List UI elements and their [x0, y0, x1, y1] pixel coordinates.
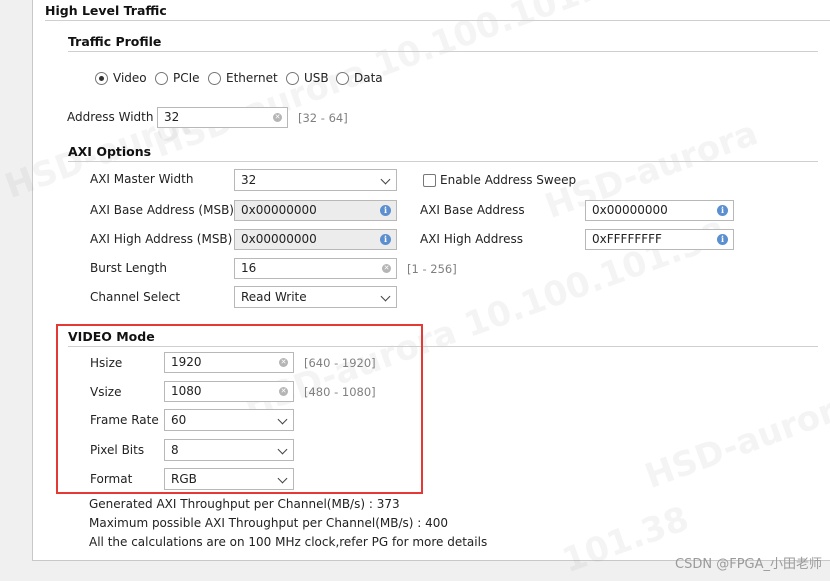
address-width-value: 32 — [164, 110, 180, 124]
axi-high-msb-value: 0x00000000 — [241, 232, 317, 246]
clear-icon[interactable]: ✕ — [279, 358, 288, 367]
enable-address-sweep-label[interactable]: Enable Address Sweep — [440, 173, 576, 187]
clear-icon[interactable]: ✕ — [382, 264, 391, 273]
calculation-note-text: All the calculations are on 100 MHz cloc… — [89, 535, 488, 549]
info-icon[interactable]: i — [717, 205, 728, 216]
address-width-label: Address Width — [67, 110, 154, 124]
chevron-down-icon — [380, 291, 391, 302]
hsize-value: 1920 — [171, 355, 202, 369]
axi-base-msb-field: 0x00000000 i — [234, 200, 397, 221]
channel-select-dropdown[interactable]: Read Write — [234, 286, 397, 308]
radio-usb[interactable] — [286, 72, 299, 85]
pixel-bits-select[interactable]: 8 — [164, 439, 294, 461]
axi-base-msb-label: AXI Base Address (MSB) — [90, 203, 234, 217]
radio-pcie[interactable] — [155, 72, 168, 85]
hsize-label: Hsize — [90, 356, 123, 370]
axi-high-label: AXI High Address — [420, 232, 523, 246]
radio-label-pcie[interactable]: PCIe — [173, 71, 200, 85]
enable-address-sweep-checkbox[interactable] — [423, 174, 436, 187]
section-title-traffic-profile: Traffic Profile — [68, 34, 162, 49]
axi-base-label: AXI Base Address — [420, 203, 525, 217]
divider — [68, 51, 818, 52]
format-value: RGB — [171, 472, 197, 486]
info-icon[interactable]: i — [380, 205, 391, 216]
section-title-high-level-traffic: High Level Traffic — [45, 3, 167, 18]
vsize-value: 1080 — [171, 384, 202, 398]
channel-select-value: Read Write — [241, 290, 307, 304]
axi-high-msb-label: AXI High Address (MSB) — [90, 232, 233, 246]
vsize-input[interactable]: 1080 ✕ — [164, 381, 294, 402]
radio-label-ethernet[interactable]: Ethernet — [226, 71, 278, 85]
chevron-down-icon — [380, 174, 391, 185]
radio-data[interactable] — [336, 72, 349, 85]
hsize-range: [640 - 1920] — [304, 356, 376, 370]
chevron-down-icon — [277, 444, 288, 455]
chevron-down-icon — [277, 414, 288, 425]
hsize-input[interactable]: 1920 ✕ — [164, 352, 294, 373]
csdn-credit: CSDN @FPGA_小田老师 — [675, 557, 822, 572]
frame-rate-value: 60 — [171, 413, 187, 427]
axi-base-value: 0x00000000 — [592, 203, 668, 217]
divider — [45, 20, 830, 21]
axi-high-input[interactable]: 0xFFFFFFFF i — [585, 229, 734, 250]
axi-base-msb-value: 0x00000000 — [241, 203, 317, 217]
axi-base-input[interactable]: 0x00000000 i — [585, 200, 734, 221]
format-label: Format — [90, 472, 133, 486]
info-icon[interactable]: i — [380, 234, 391, 245]
divider — [68, 161, 818, 162]
maximum-throughput-text: Maximum possible AXI Throughput per Chan… — [89, 516, 449, 530]
info-icon[interactable]: i — [717, 234, 728, 245]
radio-video[interactable] — [95, 72, 108, 85]
format-select[interactable]: RGB — [164, 468, 294, 490]
axi-high-msb-field: 0x00000000 i — [234, 229, 397, 250]
chevron-down-icon — [277, 473, 288, 484]
burst-length-range: [1 - 256] — [407, 262, 457, 276]
section-title-axi-options: AXI Options — [68, 144, 152, 159]
radio-ethernet[interactable] — [208, 72, 221, 85]
radio-label-data[interactable]: Data — [354, 71, 383, 85]
frame-rate-label: Frame Rate — [90, 413, 159, 427]
generated-throughput-text: Generated AXI Throughput per Channel(MB/… — [89, 497, 400, 511]
axi-high-value: 0xFFFFFFFF — [592, 232, 662, 246]
clear-icon[interactable]: ✕ — [279, 387, 288, 396]
pixel-bits-value: 8 — [171, 443, 179, 457]
radio-label-video[interactable]: Video — [113, 71, 147, 85]
pixel-bits-label: Pixel Bits — [90, 443, 145, 457]
channel-select-label: Channel Select — [90, 290, 181, 304]
axi-master-width-label: AXI Master Width — [90, 172, 194, 186]
address-width-range: [32 - 64] — [298, 111, 348, 125]
frame-rate-select[interactable]: 60 — [164, 409, 294, 431]
burst-length-label: Burst Length — [90, 261, 167, 275]
axi-master-width-value: 32 — [241, 173, 257, 187]
radio-label-usb[interactable]: USB — [304, 71, 329, 85]
address-width-input[interactable]: 32 ✕ — [157, 107, 288, 128]
vsize-range: [480 - 1080] — [304, 385, 376, 399]
axi-master-width-select[interactable]: 32 — [234, 169, 397, 191]
clear-icon[interactable]: ✕ — [273, 113, 282, 122]
burst-length-input[interactable]: 16 ✕ — [234, 258, 397, 279]
burst-length-value: 16 — [241, 261, 257, 275]
vsize-label: Vsize — [90, 385, 122, 399]
